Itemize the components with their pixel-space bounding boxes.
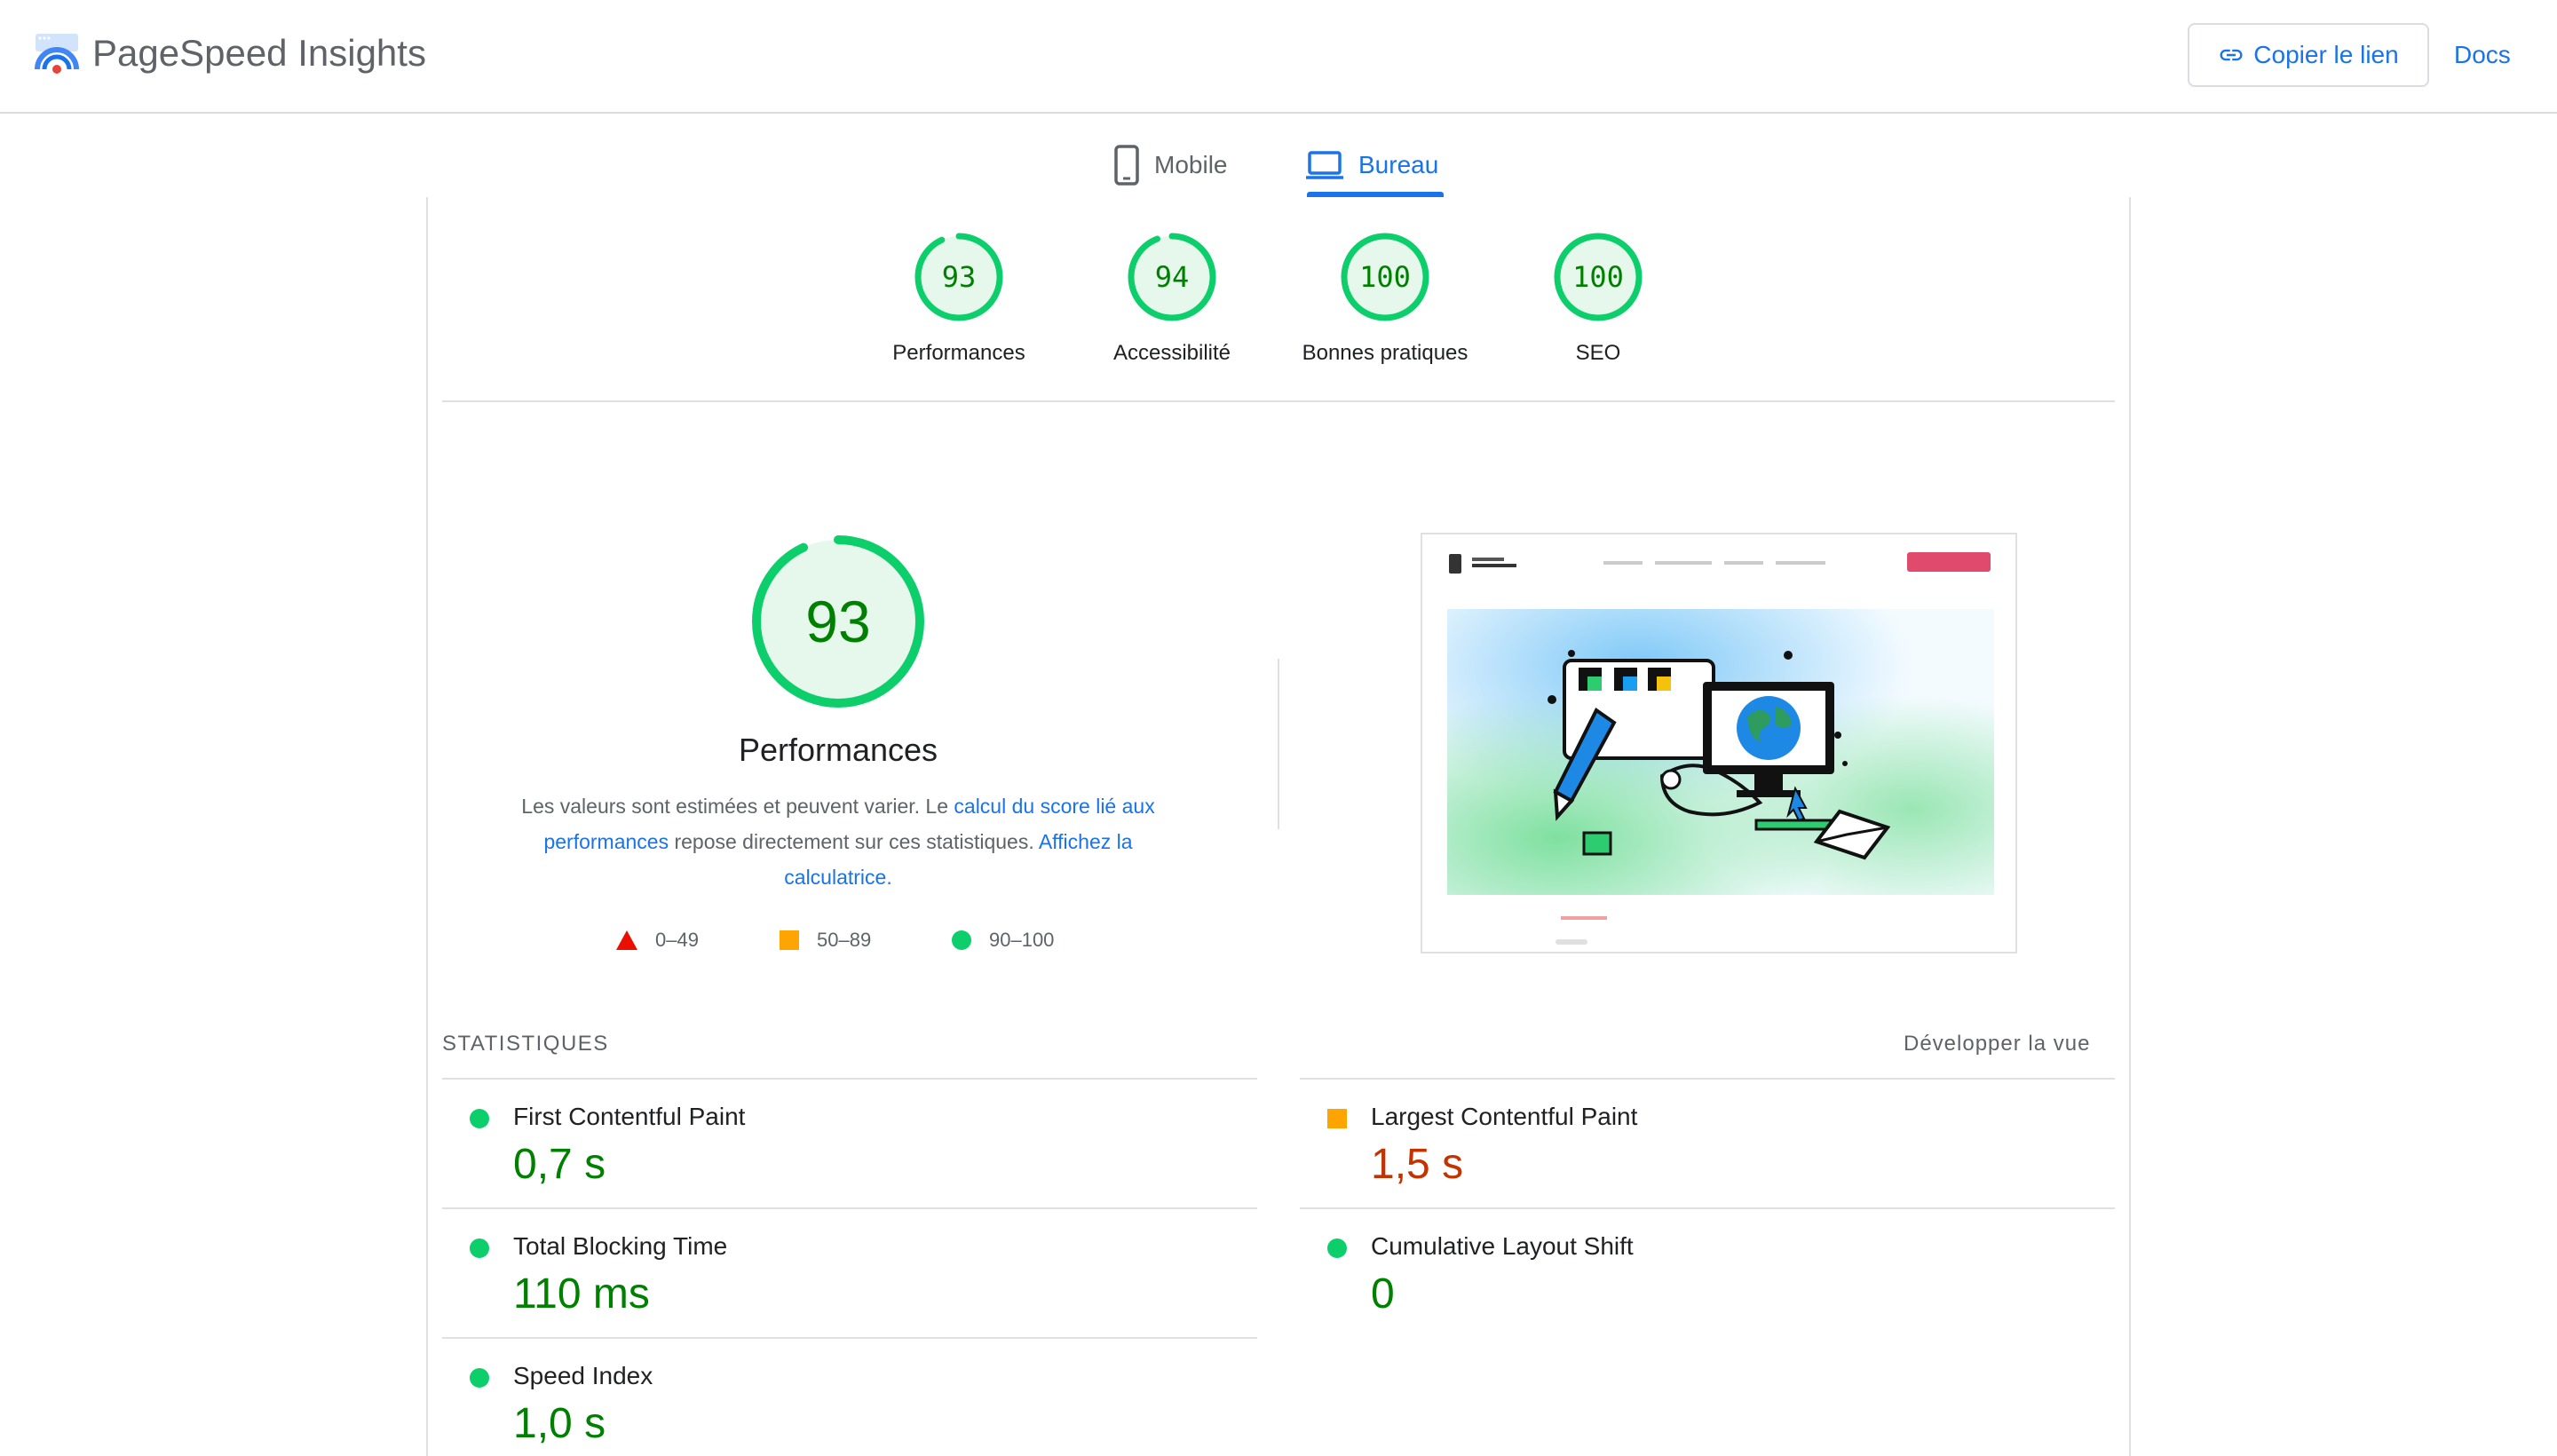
pagespeed-logo-icon[interactable]: [32, 30, 82, 80]
gauge-ring: 100: [1341, 233, 1429, 321]
pass-circle-icon: [470, 1238, 489, 1258]
metric-first-contentful-paint[interactable]: First Contentful Paint 0,7 s: [442, 1078, 1257, 1207]
copy-link-label: Copier le lien: [2253, 41, 2399, 68]
copy-link-button[interactable]: Copier le lien: [2188, 23, 2429, 87]
tab-mobile[interactable]: Mobile: [1113, 133, 1227, 197]
gauge-seo[interactable]: 100 SEO: [1500, 233, 1696, 366]
metric-value: 0,7 s: [513, 1141, 606, 1188]
metric-total-blocking-time[interactable]: Total Blocking Time 110 ms: [442, 1207, 1257, 1337]
pass-circle-icon: [1327, 1238, 1347, 1258]
gauge-score: 100: [1572, 260, 1624, 294]
square-icon: [780, 930, 799, 950]
expand-view-toggle[interactable]: Développer la vue: [1904, 1032, 2090, 1056]
gauge-ring: 94: [1128, 233, 1216, 321]
gauge-label: Performances: [892, 341, 1025, 365]
page-screenshot-image: [1447, 552, 1994, 945]
desc-text: Les valeurs sont estimées et peuvent var…: [521, 795, 954, 818]
metric-label: Speed Index: [513, 1362, 653, 1389]
legend-label: 0–49: [655, 929, 699, 951]
metric-value: 110 ms: [513, 1270, 650, 1318]
average-square-icon: [1327, 1109, 1347, 1128]
metric-label: First Contentful Paint: [513, 1103, 746, 1130]
pass-circle-icon: [470, 1368, 489, 1388]
metric-value: 1,5 s: [1371, 1141, 1464, 1188]
gauge-label: Bonnes pratiques: [1302, 341, 1468, 365]
performance-description: Les valeurs sont estimées et peuvent var…: [497, 788, 1179, 895]
gauge-ring: 100: [1554, 233, 1643, 321]
tab-desktop-label: Bureau: [1358, 151, 1439, 178]
legend-average: 50–89: [780, 929, 871, 952]
gauge-score: 100: [1359, 260, 1411, 294]
laptop-icon: [1306, 151, 1343, 179]
tab-mobile-label: Mobile: [1154, 151, 1228, 178]
app-title[interactable]: PageSpeed Insights: [92, 27, 426, 80]
circle-icon: [952, 930, 971, 950]
legend-fail: 0–49: [616, 929, 699, 952]
legend-label: 50–89: [817, 929, 872, 951]
metric-speed-index[interactable]: Speed Index 1,0 s: [442, 1337, 1257, 1456]
phone-icon: [1114, 145, 1139, 186]
performance-title: Performances: [738, 732, 938, 768]
statistics-heading: STATISTIQUES: [442, 1032, 609, 1056]
final-screenshot[interactable]: [1421, 533, 2017, 954]
metric-label: Cumulative Layout Shift: [1371, 1232, 1634, 1260]
gauge-ring: 93: [914, 233, 1003, 321]
metric-largest-contentful-paint[interactable]: Largest Contentful Paint 1,5 s: [1300, 1078, 2115, 1207]
metric-value: 0: [1371, 1270, 1395, 1318]
gauge-best-practices[interactable]: 100 Bonnes pratiques: [1287, 233, 1483, 366]
gauge-accessibility[interactable]: 94 Accessibilité: [1074, 233, 1270, 366]
gauge-label: SEO: [1575, 341, 1621, 365]
performance-main-gauge: 93: [752, 535, 924, 708]
tab-desktop[interactable]: Bureau: [1305, 133, 1438, 197]
legend-label: 90–100: [989, 929, 1055, 951]
metric-label: Total Blocking Time: [513, 1232, 728, 1260]
pass-circle-icon: [470, 1109, 489, 1128]
gauge-score: 94: [1155, 260, 1190, 294]
top-bar: PageSpeed Insights Copier le lien Docs: [0, 0, 2557, 114]
gauge-performance[interactable]: 93 Performances: [861, 233, 1057, 366]
performance-score: 93: [805, 589, 870, 654]
triangle-icon: [616, 930, 637, 950]
divider: [442, 400, 2115, 402]
docs-link[interactable]: Docs: [2454, 37, 2511, 73]
gauge-score: 93: [942, 260, 977, 294]
link-icon: [2220, 49, 2243, 61]
metric-cumulative-layout-shift[interactable]: Cumulative Layout Shift 0: [1300, 1207, 2115, 1337]
vertical-divider: [1278, 659, 1279, 829]
metric-value: 1,0 s: [513, 1400, 606, 1447]
legend-pass: 90–100: [952, 929, 1054, 952]
metric-label: Largest Contentful Paint: [1371, 1103, 1638, 1130]
gauge-label: Accessibilité: [1112, 341, 1231, 365]
desc-text: repose directement sur ces statistiques.: [669, 830, 1039, 853]
